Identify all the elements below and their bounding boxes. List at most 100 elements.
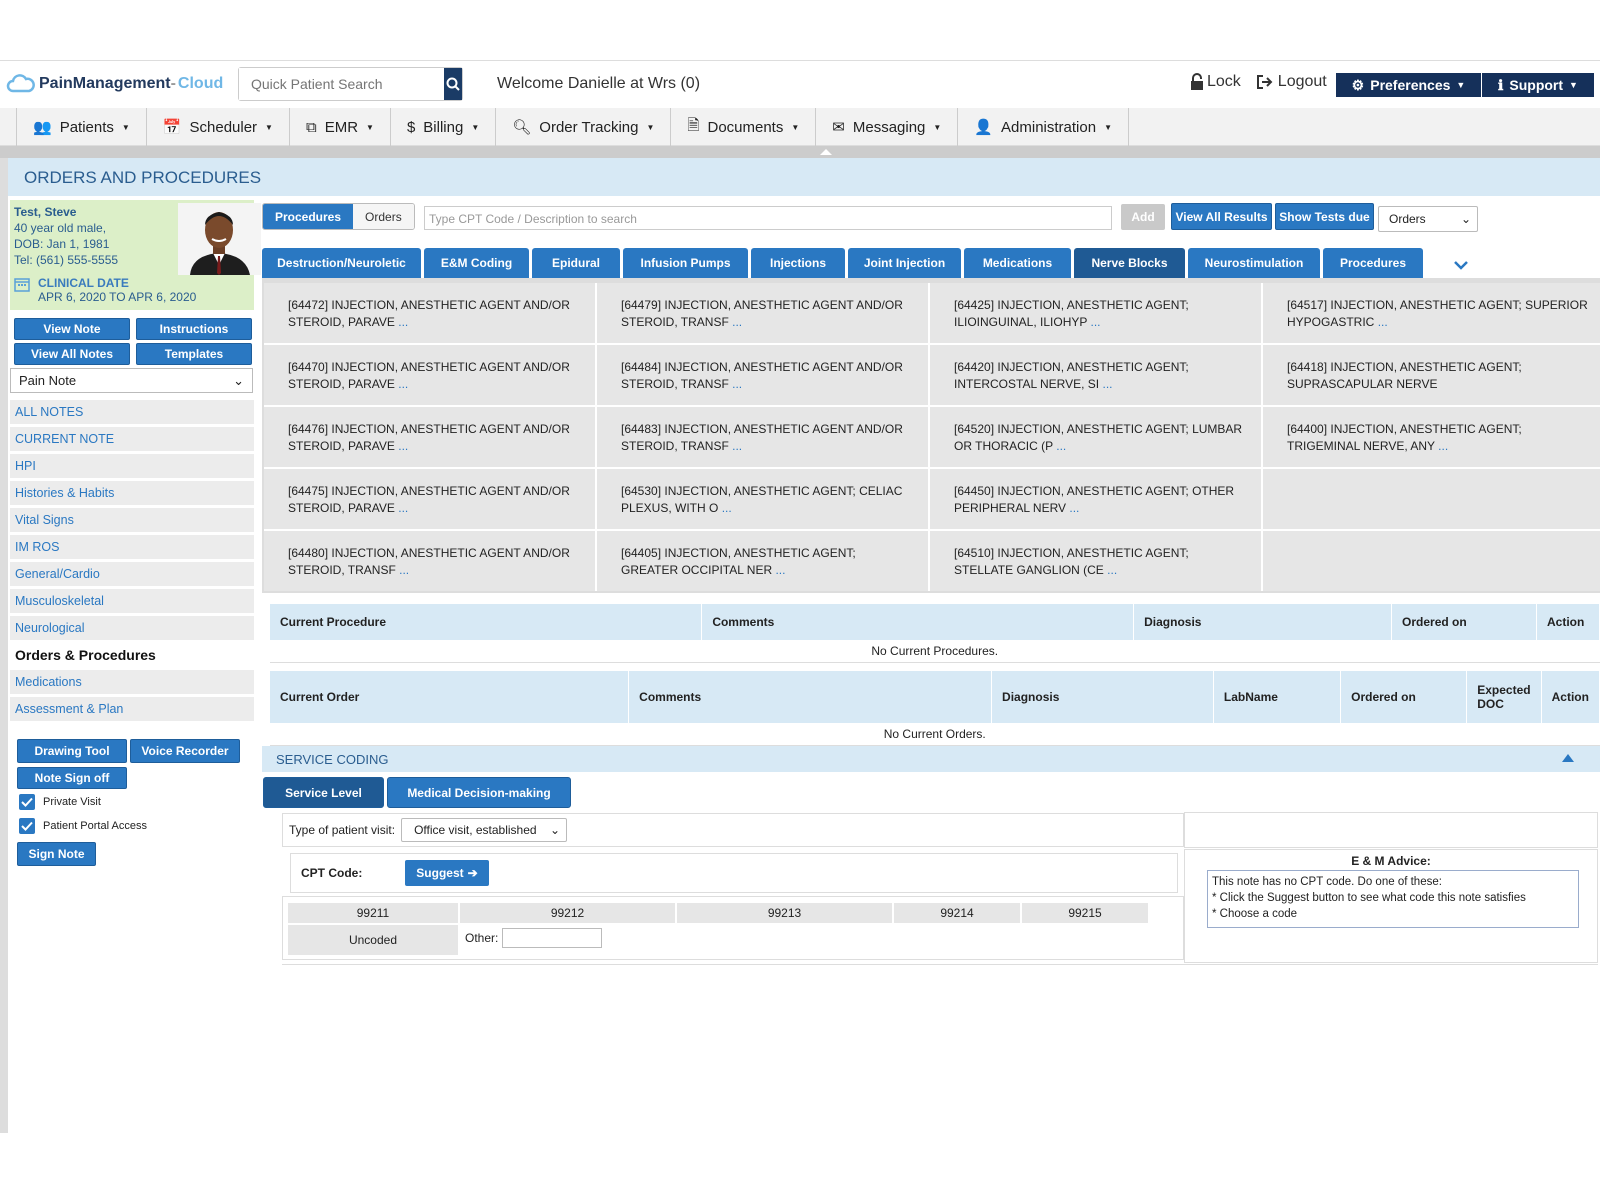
sidenav-histories-habits[interactable]: Histories & Habits <box>10 481 254 505</box>
tab-procedures[interactable]: Procedures <box>1323 248 1423 278</box>
preferences-button[interactable]: ⚙ Preferences ▼ <box>1336 73 1481 97</box>
more-ellipsis[interactable]: ... <box>729 439 742 453</box>
sidenav-orders-procedures[interactable]: Orders & Procedures <box>10 643 254 667</box>
code-option-99214[interactable]: 99214 <box>894 903 1020 923</box>
procedure-item[interactable]: [64400] INJECTION, ANESTHETIC AGENT; TRI… <box>1263 407 1600 467</box>
more-ellipsis[interactable]: ... <box>395 315 408 329</box>
logout-link[interactable]: Logout <box>1255 73 1327 91</box>
view-all-notes-button[interactable]: View All Notes <box>14 343 130 365</box>
other-code-input[interactable] <box>502 928 603 948</box>
nav-billing[interactable]: $ Billing ▼ <box>389 108 497 146</box>
search-button[interactable] <box>444 68 462 100</box>
sign-note-button[interactable]: Sign Note <box>17 842 96 866</box>
procedure-item[interactable]: [64420] INJECTION, ANESTHETIC AGENT; INT… <box>930 345 1261 405</box>
more-ellipsis[interactable]: ... <box>1066 501 1079 515</box>
more-ellipsis[interactable]: ... <box>395 439 408 453</box>
tab-neurostimulation[interactable]: Neurostimulation <box>1188 248 1320 278</box>
nav-messaging[interactable]: ✉ Messaging ▼ <box>815 108 959 146</box>
sidenav-neurological[interactable]: Neurological <box>10 616 254 640</box>
procedure-item[interactable]: [64472] INJECTION, ANESTHETIC AGENT AND/… <box>264 283 595 343</box>
more-ellipsis[interactable]: ... <box>1099 377 1112 391</box>
sidenav-im-ros[interactable]: IM ROS <box>10 535 254 559</box>
service-coding-header[interactable]: SERVICE CODING <box>262 746 1600 772</box>
sidenav-general-cardio[interactable]: General/Cardio <box>10 562 254 586</box>
procedure-item[interactable]: [64450] INJECTION, ANESTHETIC AGENT; OTH… <box>930 469 1261 529</box>
procedure-item[interactable]: [64510] INJECTION, ANESTHETIC AGENT; STE… <box>930 531 1261 591</box>
procedure-item[interactable]: [64484] INJECTION, ANESTHETIC AGENT AND/… <box>597 345 928 405</box>
collapse-icon[interactable] <box>1562 754 1574 762</box>
nav-order-tracking[interactable]: 🔍︎ Order Tracking ▼ <box>495 108 672 146</box>
note-type-select[interactable]: Pain Note ⌄ <box>10 368 253 393</box>
more-ellipsis[interactable]: ... <box>718 501 732 515</box>
procedures-toggle[interactable]: Procedures <box>263 204 354 229</box>
sidenav-assessment-plan[interactable]: Assessment & Plan <box>10 697 254 721</box>
show-tests-due-button[interactable]: Show Tests due <box>1275 203 1374 230</box>
procedure-item[interactable]: [64480] INJECTION, ANESTHETIC AGENT AND/… <box>264 531 595 591</box>
procedure-item[interactable]: [64470] INJECTION, ANESTHETIC AGENT AND/… <box>264 345 595 405</box>
tab-service-level[interactable]: Service Level <box>263 777 384 808</box>
more-ellipsis[interactable]: ... <box>1053 439 1066 453</box>
more-ellipsis[interactable]: ... <box>772 563 785 577</box>
more-ellipsis[interactable]: ... <box>1435 439 1448 453</box>
private-visit-checkbox[interactable]: Private Visit <box>19 794 101 810</box>
tab-medications[interactable]: Medications <box>964 248 1071 278</box>
search-input[interactable] <box>239 68 444 100</box>
app-logo[interactable]: PainManagement - Cloud <box>6 73 223 95</box>
procedure-item[interactable]: [64476] INJECTION, ANESTHETIC AGENT AND/… <box>264 407 595 467</box>
patient-portal-access-checkbox[interactable]: Patient Portal Access <box>19 818 147 834</box>
orders-toggle[interactable]: Orders <box>353 204 414 229</box>
sidenav-current-note[interactable]: CURRENT NOTE <box>10 427 254 451</box>
more-ellipsis[interactable]: ... <box>1374 315 1388 329</box>
tab-epidural[interactable]: Epidural <box>532 248 620 278</box>
tab-em-coding[interactable]: E&M Coding <box>424 248 529 278</box>
procedure-item[interactable]: [64425] INJECTION, ANESTHETIC AGENT; ILI… <box>930 283 1261 343</box>
sidenav-medications[interactable]: Medications <box>10 670 254 694</box>
procedure-item[interactable]: [64530] INJECTION, ANESTHETIC AGENT; CEL… <box>597 469 928 529</box>
voice-recorder-button[interactable]: Voice Recorder <box>130 739 240 763</box>
nav-documents[interactable]: 🗎 Documents ▼ <box>670 108 817 146</box>
code-option-99212[interactable]: 99212 <box>460 903 675 923</box>
patient-name[interactable]: Test, Steve <box>14 204 118 220</box>
view-all-results-button[interactable]: View All Results <box>1171 203 1272 230</box>
visit-type-select[interactable]: Office visit, established ⌄ <box>401 818 568 842</box>
more-ellipsis[interactable]: ... <box>729 377 742 391</box>
more-ellipsis[interactable]: ... <box>395 377 408 391</box>
nav-emr[interactable]: ⧉ EMR ▼ <box>288 108 391 146</box>
cpt-search-input[interactable]: Type CPT Code / Description to search <box>424 206 1112 230</box>
templates-button[interactable]: Templates <box>136 343 252 365</box>
support-button[interactable]: ℹ Support ▼ <box>1482 73 1594 97</box>
code-option-99215[interactable]: 99215 <box>1022 903 1148 923</box>
sidenav-vital-signs[interactable]: Vital Signs <box>10 508 254 532</box>
add-button[interactable]: Add <box>1121 204 1165 230</box>
tab-joint-injection[interactable]: Joint Injection <box>848 248 961 278</box>
procedure-item[interactable]: [64405] INJECTION, ANESTHETIC AGENT; GRE… <box>597 531 928 591</box>
procedure-item[interactable]: [64479] INJECTION, ANESTHETIC AGENT AND/… <box>597 283 928 343</box>
procedure-item[interactable]: [64418] INJECTION, ANESTHETIC AGENT; SUP… <box>1263 345 1600 405</box>
code-option-99213[interactable]: 99213 <box>677 903 892 923</box>
orders-select[interactable]: Orders ⌄ <box>1378 206 1478 232</box>
instructions-button[interactable]: Instructions <box>136 318 252 340</box>
procedure-item[interactable]: [64517] INJECTION, ANESTHETIC AGENT; SUP… <box>1263 283 1600 343</box>
nav-patients[interactable]: 👥 Patients ▼ <box>16 108 147 146</box>
nav-scheduler[interactable]: 📅 Scheduler ▼ <box>145 108 290 146</box>
tab-destruction-neuroletic[interactable]: Destruction/Neuroletic <box>262 248 421 278</box>
procedure-item[interactable]: [64483] INJECTION, ANESTHETIC AGENT AND/… <box>597 407 928 467</box>
code-option-99211[interactable]: 99211 <box>288 903 458 923</box>
tab-medical-decision-making[interactable]: Medical Decision-making <box>387 777 571 808</box>
tab-injections[interactable]: Injections <box>751 248 845 278</box>
tab-infusion-pumps[interactable]: Infusion Pumps <box>623 248 748 278</box>
suggest-button[interactable]: Suggest ➔ <box>405 860 489 886</box>
uncoded-option[interactable]: Uncoded <box>288 925 458 955</box>
lock-link[interactable]: Lock <box>1190 73 1241 91</box>
view-note-button[interactable]: View Note <box>14 318 130 340</box>
tab-nerve-blocks[interactable]: Nerve Blocks <box>1074 248 1185 278</box>
more-ellipsis[interactable]: ... <box>396 563 409 577</box>
procedure-item[interactable]: [64475] INJECTION, ANESTHETIC AGENT AND/… <box>264 469 595 529</box>
sidenav-musculoskeletal[interactable]: Musculoskeletal <box>10 589 254 613</box>
more-ellipsis[interactable]: ... <box>1104 563 1117 577</box>
procedure-item[interactable]: [64520] INJECTION, ANESTHETIC AGENT; LUM… <box>930 407 1261 467</box>
nav-administration[interactable]: 👤 Administration ▼ <box>957 108 1129 146</box>
sidenav-all-notes[interactable]: ALL NOTES <box>10 400 254 424</box>
note-sign-off-button[interactable]: Note Sign off <box>17 767 127 789</box>
more-ellipsis[interactable]: ... <box>395 501 408 515</box>
